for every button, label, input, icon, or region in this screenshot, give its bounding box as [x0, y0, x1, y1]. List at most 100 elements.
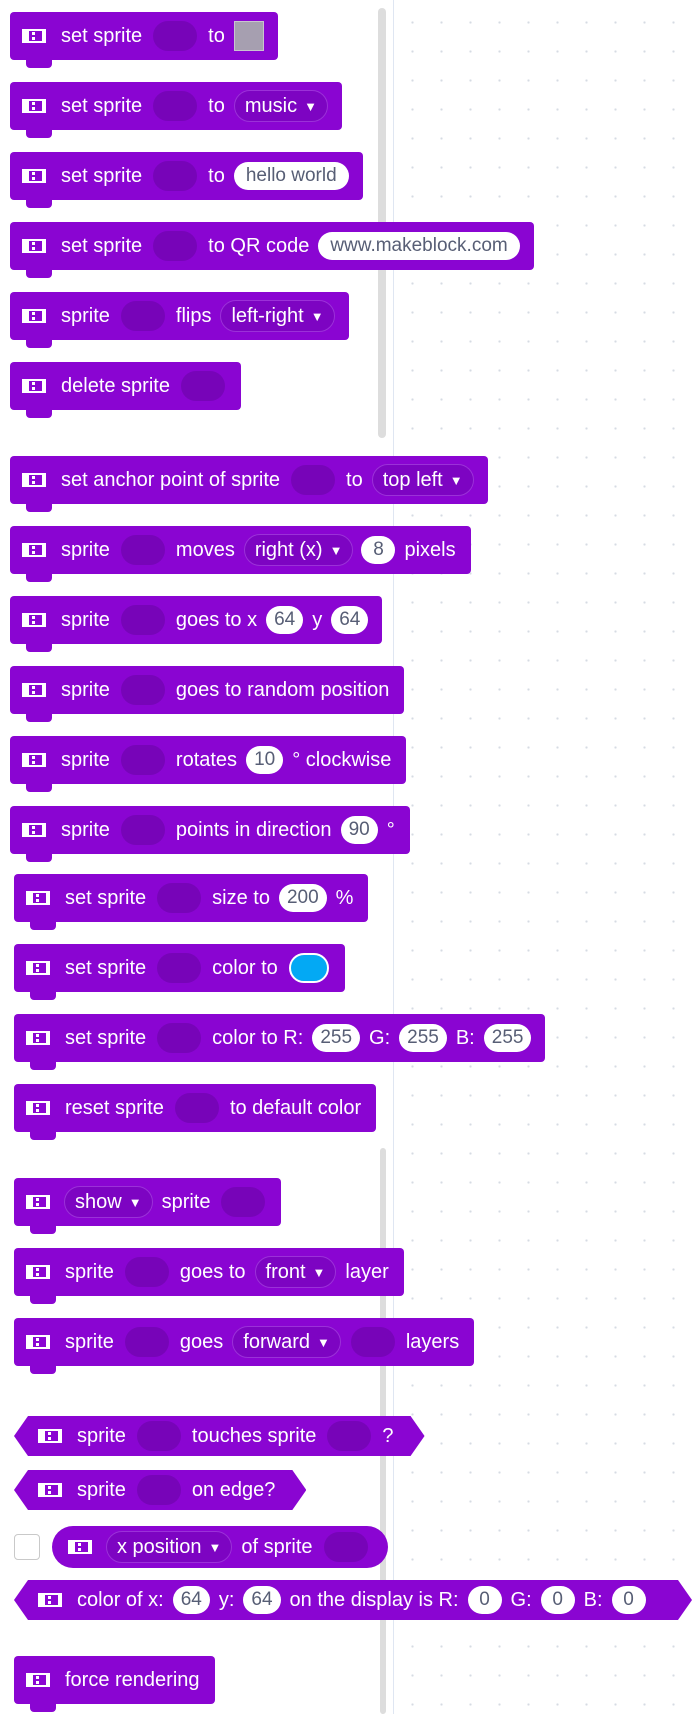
sprite-name-slot[interactable] [291, 465, 336, 495]
dropdown-value: right (x) [254, 538, 323, 561]
display-color-check-block[interactable]: color of x: 64 y: 64 on the display is R… [14, 1580, 692, 1620]
b-input[interactable]: 255 [483, 1024, 532, 1052]
sprite-flips-block[interactable]: sprite flips left-right ▼ [10, 292, 349, 348]
block-label: set sprite [61, 234, 143, 257]
block-label: layers [405, 1330, 460, 1353]
block-label: % [335, 886, 354, 909]
sprite-name-slot[interactable] [323, 1532, 368, 1562]
block-label: rotates [175, 748, 238, 771]
pixels-input[interactable]: 8 [361, 536, 396, 564]
sprite-name-slot[interactable] [157, 1023, 202, 1053]
r-input[interactable]: 255 [312, 1024, 361, 1052]
dropdown-arrow-icon: ▼ [128, 1194, 142, 1210]
x-input[interactable]: 64 [266, 606, 304, 634]
sprite-points-direction-block[interactable]: sprite points in direction 90 ° [10, 806, 410, 862]
block-label: ° clockwise [292, 748, 392, 771]
dropdown-arrow-icon: ▼ [208, 1539, 222, 1555]
icon-dropdown[interactable]: music ▼ [233, 90, 328, 122]
sprite-name-slot[interactable] [120, 301, 165, 331]
sprite-icon [36, 1426, 64, 1446]
y-input[interactable]: 64 [331, 606, 369, 634]
sprite-name-slot[interactable] [153, 161, 198, 191]
show-value-checkbox[interactable] [14, 1534, 40, 1560]
block-label: set sprite [61, 94, 143, 117]
degrees-input[interactable]: 10 [246, 746, 284, 774]
sprite-layer-block[interactable]: sprite goes to front ▼ layer [14, 1248, 404, 1304]
r-input[interactable]: 0 [468, 1586, 502, 1614]
sprite-name-slot[interactable] [137, 1475, 181, 1505]
y-input[interactable]: 64 [243, 1586, 280, 1614]
sprite-name-slot[interactable] [120, 535, 165, 565]
x-input[interactable]: 64 [173, 1586, 210, 1614]
sprite-moves-block[interactable]: sprite moves right (x) ▼ 8 pixels [10, 526, 471, 582]
block-label: ° [386, 818, 395, 841]
sprite-icon [20, 306, 48, 326]
block-label: reset sprite [65, 1096, 164, 1119]
delete-sprite-block[interactable]: delete sprite [10, 362, 241, 418]
sprite-name-slot[interactable] [157, 883, 202, 913]
sprite-name-slot[interactable] [120, 605, 165, 635]
sprite-name-slot[interactable] [327, 1421, 371, 1451]
sprite-goes-to-xy-block[interactable]: sprite goes to x 64 y 64 [10, 596, 383, 652]
set-sprite-color-block[interactable]: set sprite color to [14, 944, 345, 1000]
b-input[interactable]: 0 [612, 1586, 646, 1614]
url-input[interactable]: www.makeblock.com [318, 232, 520, 260]
axis-dropdown[interactable]: right (x) ▼ [243, 534, 354, 566]
sprite-name-slot[interactable] [124, 1257, 169, 1287]
sprite-touches-sprite-block[interactable]: sprite touches sprite ? [14, 1416, 425, 1456]
block-label: sprite [61, 538, 110, 561]
block-label: goes to random position [175, 678, 390, 701]
sprite-name-slot[interactable] [120, 815, 165, 845]
sprite-name-slot[interactable] [221, 1187, 266, 1217]
block-label: sprite [77, 1424, 126, 1447]
sprite-goes-layers-block[interactable]: sprite goes forward ▼ layers [14, 1318, 475, 1374]
layers-count-slot[interactable] [350, 1327, 395, 1357]
sprite-name-slot[interactable] [137, 1421, 181, 1451]
sprite-name-slot[interactable] [157, 953, 202, 983]
layer-dropdown[interactable]: front ▼ [254, 1256, 337, 1288]
direction-dropdown[interactable]: forward ▼ [232, 1326, 341, 1358]
set-sprite-icon-block[interactable]: set sprite to music ▼ [10, 82, 342, 138]
block-label: sprite [61, 608, 110, 631]
size-input[interactable]: 200 [278, 884, 327, 912]
sprite-name-slot[interactable] [174, 1093, 219, 1123]
block-label: to [208, 164, 225, 187]
block-label: sprite [65, 1260, 114, 1283]
show-sprite-block[interactable]: show ▼ sprite [14, 1178, 282, 1234]
sprite-on-edge-block[interactable]: sprite on edge? [14, 1470, 306, 1510]
visibility-dropdown[interactable]: show ▼ [64, 1186, 153, 1218]
sprite-property-reporter-block[interactable]: x position ▼ of sprite [52, 1526, 388, 1568]
force-rendering-block[interactable]: force rendering [14, 1656, 215, 1712]
sprite-name-slot[interactable] [124, 1327, 169, 1357]
direction-input[interactable]: 90 [340, 816, 378, 844]
set-sprite-size-block[interactable]: set sprite size to 200 % [14, 874, 369, 930]
set-sprite-rgb-block[interactable]: set sprite color to R: 255 G: 255 B: 255 [14, 1014, 546, 1070]
color-picker[interactable] [288, 953, 329, 983]
block-label: on edge? [191, 1478, 276, 1501]
image-swatch[interactable] [233, 21, 264, 51]
block-label: ? [382, 1424, 394, 1447]
property-dropdown[interactable]: x position ▼ [106, 1531, 233, 1563]
sprite-name-slot[interactable] [120, 745, 165, 775]
sprite-name-slot[interactable] [120, 675, 165, 705]
sprite-rotates-block[interactable]: sprite rotates 10 ° clockwise [10, 736, 407, 792]
dropdown-arrow-icon: ▼ [316, 1334, 330, 1350]
sprite-icon [20, 680, 48, 700]
g-input[interactable]: 255 [399, 1024, 447, 1052]
text-input[interactable]: hello world [233, 162, 349, 190]
reset-sprite-color-block[interactable]: reset sprite to default color [14, 1084, 377, 1140]
sprite-random-position-block[interactable]: sprite goes to random position [10, 666, 405, 722]
set-sprite-image-block[interactable]: set sprite to [10, 12, 278, 68]
set-anchor-point-block[interactable]: set anchor point of sprite to top left ▼ [10, 456, 488, 512]
g-input[interactable]: 0 [541, 1586, 575, 1614]
sprite-name-slot[interactable] [153, 21, 198, 51]
sprite-name-slot[interactable] [153, 91, 198, 121]
dropdown-arrow-icon: ▼ [312, 1264, 326, 1280]
sprite-icon [36, 1590, 64, 1610]
set-sprite-qr-block[interactable]: set sprite to QR code www.makeblock.com [10, 222, 534, 278]
anchor-dropdown[interactable]: top left ▼ [371, 464, 474, 496]
sprite-name-slot[interactable] [180, 371, 225, 401]
sprite-name-slot[interactable] [153, 231, 198, 261]
set-sprite-text-block[interactable]: set sprite to hello world [10, 152, 363, 208]
flip-direction-dropdown[interactable]: left-right ▼ [220, 300, 335, 332]
